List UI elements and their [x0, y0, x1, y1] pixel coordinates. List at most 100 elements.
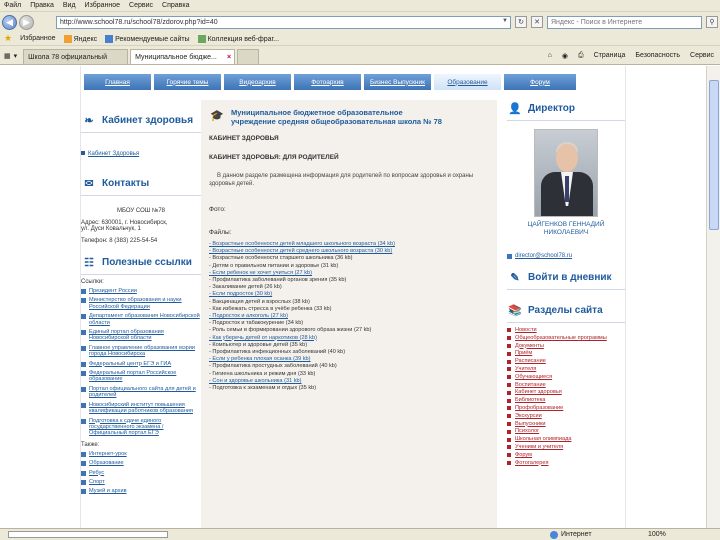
nav-education[interactable]: Образование — [434, 74, 501, 90]
stop-icon[interactable]: ✕ — [531, 16, 543, 28]
file-link[interactable]: - Гигиена школьника и режим дня (33 kb) — [209, 371, 489, 378]
useful-link[interactable]: Новосибирский институт повышения квалифи… — [81, 402, 201, 415]
site-section-link[interactable]: Расписание — [507, 358, 625, 365]
favorite-item-webslices[interactable]: Коллекция веб-фраг... — [197, 34, 279, 43]
favorites-button[interactable]: Избранное — [20, 35, 55, 42]
useful-link[interactable]: Президент России — [81, 288, 201, 294]
file-link[interactable]: - Профилактика инфекционных заболеваний … — [209, 349, 489, 356]
close-tab-icon[interactable]: × — [227, 54, 231, 61]
other-link[interactable]: Музей и архив — [81, 488, 201, 495]
site-section-link[interactable]: Школьная олимпиада — [507, 436, 625, 443]
zoom-level[interactable]: 100% — [640, 531, 720, 538]
director-email-link[interactable]: director@school78.ru — [515, 253, 572, 259]
file-link[interactable]: - Компьютер и здоровье детей (35 kb) — [209, 342, 489, 349]
file-link[interactable]: - Закаливание детей (26 kb) — [209, 284, 489, 291]
safety-menu[interactable]: Безопасность — [635, 52, 680, 60]
page-menu[interactable]: Страница — [594, 52, 626, 60]
school-site: Главная Горячие темы Видеоархив Фотоархи… — [80, 66, 626, 528]
scrollbar-thumb[interactable] — [709, 80, 719, 230]
nav-home[interactable]: Главная — [84, 74, 151, 90]
menu-help[interactable]: Справка — [162, 2, 189, 9]
other-link[interactable]: Спорт — [81, 479, 201, 485]
site-section-link[interactable]: Профобразование — [507, 405, 625, 412]
home-icon[interactable]: ⌂ — [548, 52, 552, 60]
quick-tabs-icon[interactable]: ▦ — [4, 52, 11, 60]
site-section-link[interactable]: Учителя — [507, 366, 625, 373]
file-link[interactable]: - Если подросток (30 kb) — [209, 291, 489, 298]
useful-link[interactable]: Главное управление образования мэрии гор… — [81, 345, 201, 358]
favorite-item-yandex[interactable]: Яндекс — [63, 34, 97, 43]
useful-link[interactable]: Подготовка к сдаче единого государственн… — [81, 418, 201, 437]
site-section-link[interactable]: Кабинет здоровья — [507, 389, 625, 396]
back-button[interactable]: ◀ — [2, 14, 17, 30]
menu-view[interactable]: Вид — [63, 2, 76, 9]
file-link[interactable]: - Профилактика заболеваний органов зрени… — [209, 277, 489, 284]
other-link[interactable]: Образование — [81, 460, 201, 467]
forward-button[interactable]: ▶ — [19, 14, 34, 30]
useful-link[interactable]: Федеральный портал Российское образовани… — [81, 370, 201, 383]
diary-link[interactable]: Войти в дневник — [528, 272, 612, 283]
health-cabinet-link[interactable]: Кабинет Здоровья — [88, 151, 139, 157]
site-section-link[interactable]: Документы — [507, 343, 625, 350]
site-section-link[interactable]: Экскурсии — [507, 413, 625, 420]
site-section-link[interactable]: Новости — [507, 327, 625, 334]
search-input[interactable]: Яндекс - Поиск в Интернете — [547, 15, 702, 29]
favorites-star-icon[interactable]: ★ — [4, 33, 12, 44]
file-link[interactable]: - Если ребенок не хочет учиться (27 kb) — [209, 270, 489, 277]
vertical-scrollbar[interactable] — [706, 66, 720, 528]
file-link[interactable]: - Возрастные особенности старшего школьн… — [209, 255, 489, 262]
file-link[interactable]: - Подросток и табакокурение (34 kb) — [209, 320, 489, 327]
browser-tab-active[interactable]: Муниципальное бюдже... × — [130, 49, 236, 64]
file-link[interactable]: - Подготовка к экзаменам и отдых (35 kb) — [209, 385, 489, 392]
new-tab-button[interactable] — [237, 49, 260, 64]
site-section-link[interactable]: Приём — [507, 350, 625, 357]
site-section-link[interactable]: Выпускники — [507, 421, 625, 428]
file-link[interactable]: - Детям о правильном питании и здоровье … — [209, 263, 489, 270]
nav-photo-archive[interactable]: Фотоархив — [294, 74, 361, 90]
site-section-link[interactable]: Форум — [507, 452, 625, 459]
file-link[interactable]: - Как уберечь детей от наркотиков (28 kb… — [209, 335, 489, 342]
address-input[interactable]: http://www.school78.ru/school78/zdorov.p… — [56, 15, 511, 29]
site-section-link[interactable]: Общеобразовательные программы — [507, 335, 625, 342]
file-link[interactable]: - Вакцинация детей и взрослых (38 kb) — [209, 299, 489, 306]
menu-edit[interactable]: Правка — [30, 2, 54, 9]
tab-list-icon[interactable]: ▾ — [14, 52, 18, 60]
useful-link[interactable]: Федеральный центр ЕГЭ и ГИА — [81, 361, 201, 367]
print-icon[interactable]: ⎙ — [578, 52, 584, 60]
feeds-icon[interactable]: ◉ — [562, 52, 568, 60]
address-dropdown-icon[interactable]: ▼ — [502, 18, 508, 24]
diary-section-header[interactable]: ✎ Войти в дневник — [507, 269, 625, 285]
file-link[interactable]: - Профилактика простудных заболеваний (4… — [209, 363, 489, 370]
file-link[interactable]: - Роль семьи в формировании здорового об… — [209, 327, 489, 334]
file-link[interactable]: - Как избежать стресса в учёбе ребенка (… — [209, 306, 489, 313]
nav-video-archive[interactable]: Видеоархив — [224, 74, 291, 90]
favorite-item-recommended[interactable]: Рекомендуемые сайты — [105, 34, 190, 43]
useful-link[interactable]: Министерство образования и науки Российс… — [81, 297, 201, 310]
other-link[interactable]: Ребус — [81, 470, 201, 476]
useful-link[interactable]: Единый портал образования Новосибирской … — [81, 329, 201, 342]
site-section-link[interactable]: Воспитание — [507, 382, 625, 389]
site-section-link[interactable]: Библиотека — [507, 397, 625, 404]
refresh-icon[interactable]: ↻ — [515, 16, 527, 28]
file-link[interactable]: - Возрастные особенности детей младшего … — [209, 241, 489, 248]
site-section-link[interactable]: Обучающиеся — [507, 374, 625, 381]
menu-tools[interactable]: Сервис — [129, 2, 153, 9]
file-link[interactable]: - Подросток и алкоголь (27 kb) — [209, 313, 489, 320]
site-section-link[interactable]: Психолог — [507, 428, 625, 435]
tools-menu[interactable]: Сервис — [690, 52, 714, 60]
nav-hot-topics[interactable]: Горячие темы — [154, 74, 221, 90]
file-link[interactable]: - Сон и здоровье школьника (31 kb) — [209, 378, 489, 385]
menu-file[interactable]: Файл — [4, 2, 21, 9]
nav-business-graduate[interactable]: Бизнес Выпускник — [364, 74, 431, 90]
nav-forum[interactable]: Форум — [504, 74, 576, 90]
file-link[interactable]: - Возрастные особенности детей среднего … — [209, 248, 489, 255]
menu-favorites[interactable]: Избранное — [85, 2, 120, 9]
site-section-link[interactable]: Фотогалерея — [507, 460, 625, 467]
useful-link[interactable]: Департамент образования Новосибирской об… — [81, 313, 201, 326]
useful-link[interactable]: Портал официального сайта для детей и ро… — [81, 386, 201, 399]
search-icon[interactable]: ⚲ — [706, 16, 718, 28]
other-link[interactable]: Интернет-урок — [81, 451, 201, 457]
file-link[interactable]: - Если у ребенка плохая осанка (39 kb) — [209, 356, 489, 363]
site-section-link[interactable]: Ученики и учителя — [507, 444, 625, 451]
browser-tab-school[interactable]: Школа 78 официальный — [23, 49, 129, 64]
